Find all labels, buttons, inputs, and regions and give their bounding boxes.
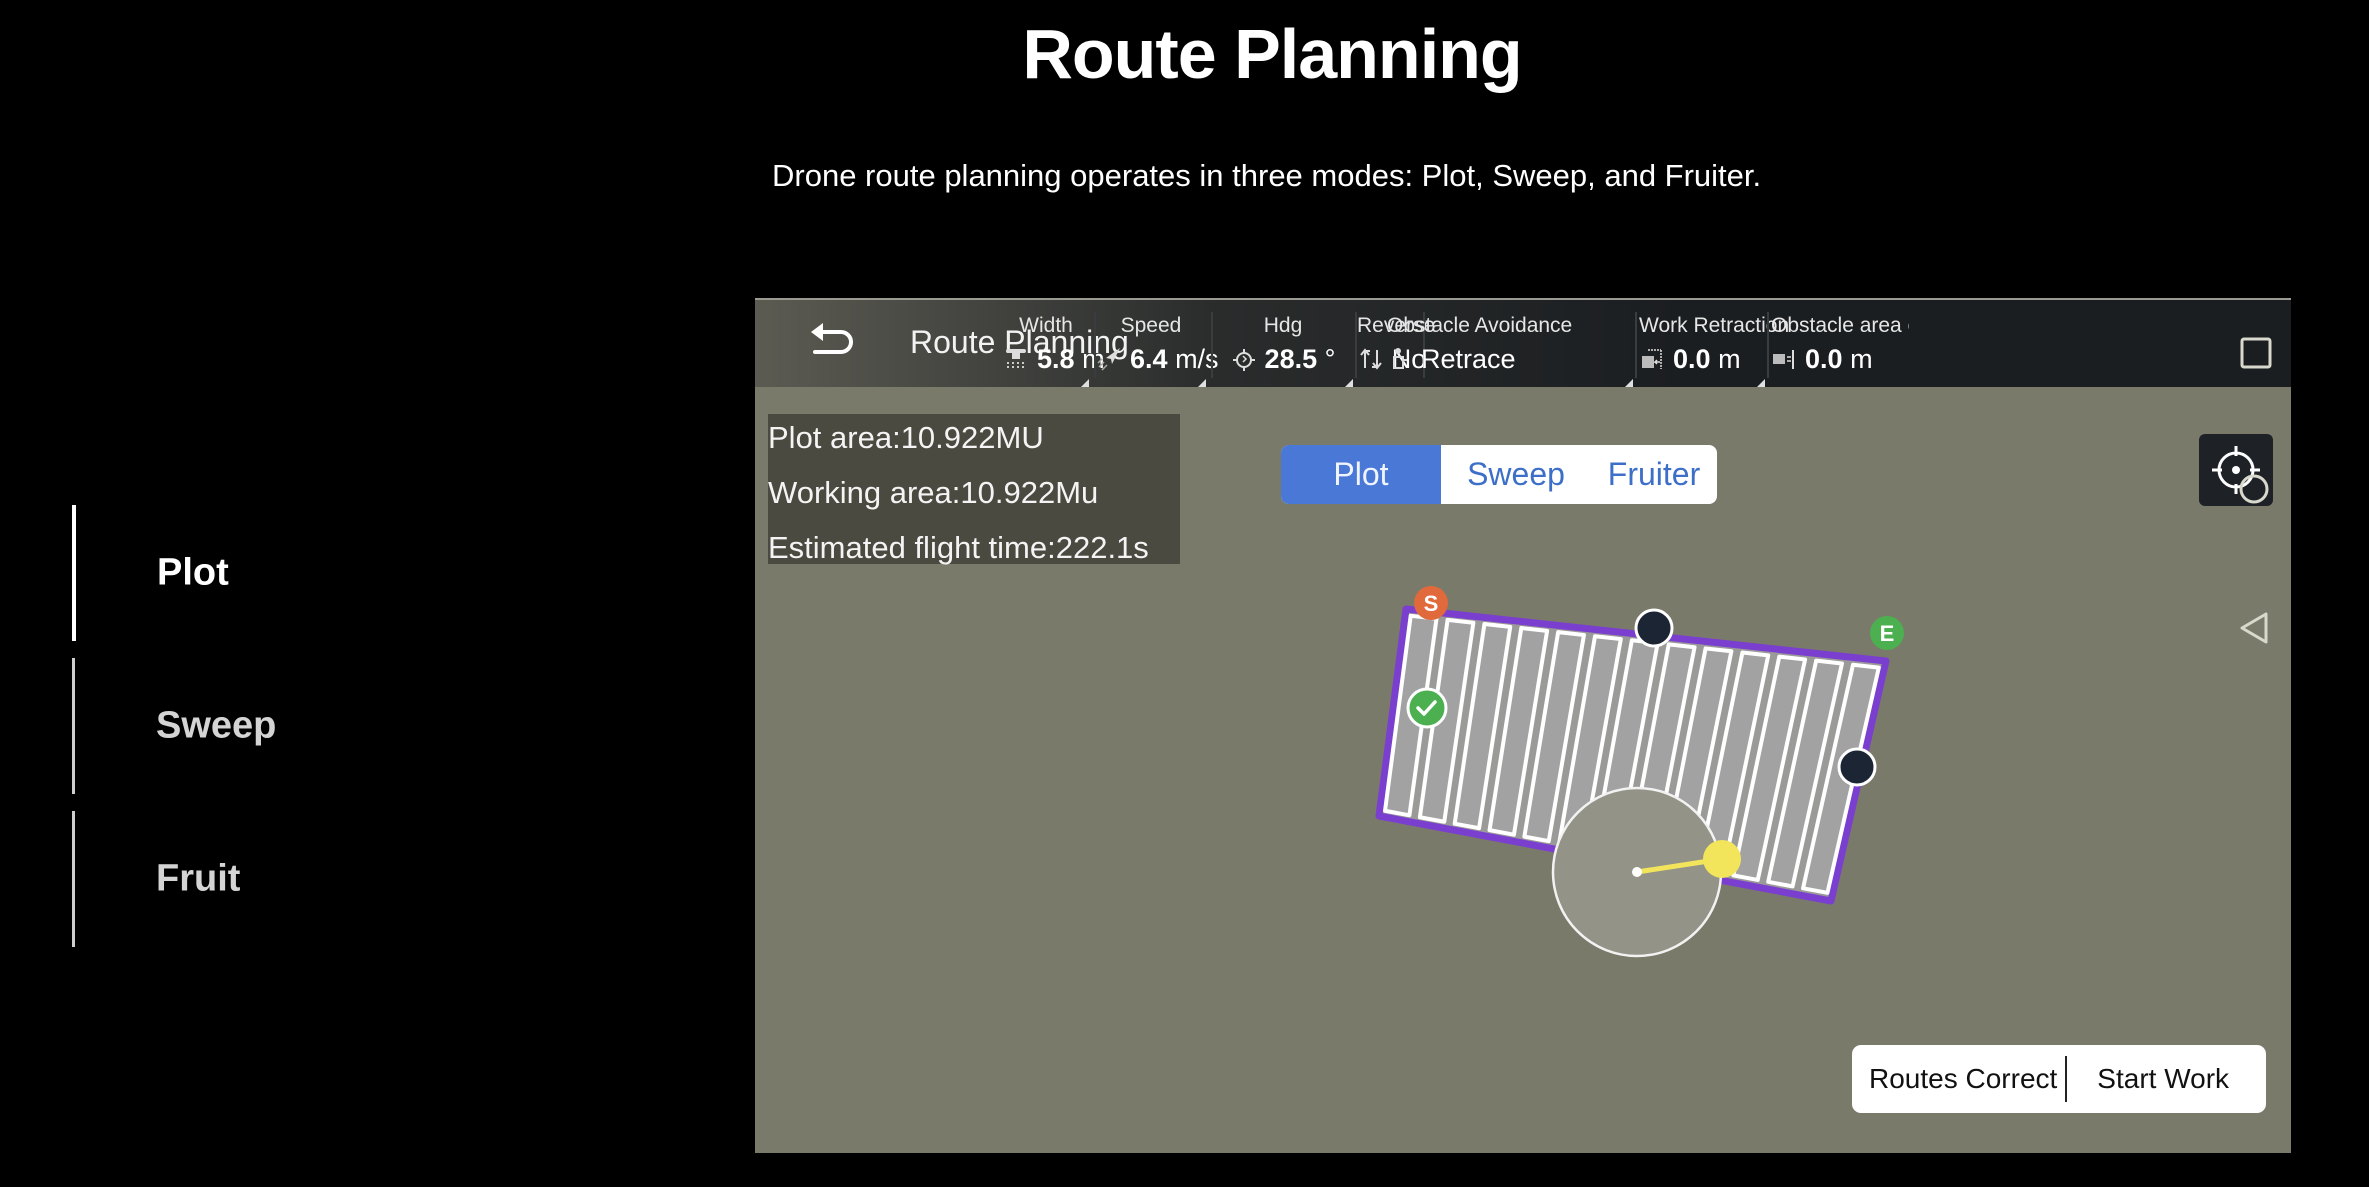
dial-center: [1632, 867, 1642, 877]
param-unit: m: [1850, 344, 1873, 374]
page-title: Route Planning: [1022, 15, 1522, 93]
square-icon: [2240, 337, 2272, 369]
action-divider: [2065, 1056, 2068, 1102]
nav-indicator: [72, 811, 75, 947]
flight-time-text: Estimated flight time:222.1s: [768, 530, 1149, 565]
mode-segmented-control: Plot Sweep Fruiter: [1281, 445, 1717, 504]
nav-item-fruit[interactable]: Fruit: [72, 811, 392, 947]
reverse-icon: [1359, 348, 1382, 370]
param-speed[interactable]: Speed 6.4 m/s: [1096, 300, 1219, 387]
param-label: Obstacle Avoidance: [1383, 314, 1637, 338]
nav-item-sweep[interactable]: Sweep: [72, 658, 392, 794]
app-top-bar: Route Planning Width 5.8 m Speed 6.4 m/s: [755, 298, 2291, 387]
obstacle-avoid-icon: [1393, 348, 1407, 369]
end-marker-label: E: [1880, 621, 1895, 646]
working-area-text: Working area:10.922Mu: [768, 475, 1099, 510]
param-label: Obstacle area e: [1769, 314, 1909, 338]
plane-speed-icon: [1097, 348, 1120, 371]
dropdown-corner-icon: [1757, 379, 1765, 387]
start-marker-label: S: [1424, 591, 1439, 616]
param-value: 6.4: [1130, 344, 1168, 374]
obstacle-area-icon: [1773, 350, 1794, 369]
triangle-back-icon: [2240, 612, 2268, 644]
param-value: Retrace: [1421, 344, 1516, 374]
plot-area-text: Plot area:10.922MU: [768, 420, 1044, 455]
plot-info-panel: Plot area:10.922MU Working area:10.922Mu…: [768, 414, 1180, 565]
drone-spray-icon: [1006, 349, 1026, 368]
system-recents-button[interactable]: [2239, 336, 2273, 370]
dropdown-corner-icon: [1625, 379, 1633, 387]
vertex-handle[interactable]: [1837, 747, 1877, 787]
confirm-point-marker[interactable]: [1406, 687, 1448, 729]
param-value: 5.8: [1037, 344, 1075, 374]
dropdown-corner-icon: [1081, 379, 1089, 387]
param-label: Width: [1019, 314, 1073, 337]
param-label: Speed: [1120, 314, 1182, 337]
end-marker[interactable]: E: [1870, 616, 1904, 650]
param-label-text: Obstacle area e: [1771, 314, 1909, 337]
nav-indicator: [72, 505, 76, 641]
system-home-button[interactable]: [2237, 472, 2271, 506]
start-work-button[interactable]: Start Work: [2097, 1063, 2229, 1095]
start-marker[interactable]: S: [1414, 586, 1448, 620]
param-width[interactable]: Width 5.8 m: [1003, 300, 1105, 387]
vertex-handle[interactable]: [1634, 608, 1674, 648]
param-heading[interactable]: Hdg 28.5 °: [1213, 300, 1353, 387]
route-action-bar: Routes Correct Start Work: [1852, 1045, 2266, 1113]
nav-item-label: Sweep: [156, 704, 277, 747]
mode-tab-sweep[interactable]: Sweep: [1441, 445, 1591, 504]
param-value: 0.0: [1805, 344, 1843, 374]
nav-item-label: Plot: [157, 551, 229, 594]
param-obstacle-area[interactable]: Obstacle area e 0.0 m: [1769, 300, 1909, 387]
dropdown-corner-icon: [1345, 379, 1353, 387]
dropdown-corner-icon: [1198, 379, 1206, 387]
back-button[interactable]: [807, 320, 857, 364]
param-unit: °: [1324, 344, 1336, 374]
mode-tab-plot[interactable]: Plot: [1281, 445, 1441, 504]
system-back-button[interactable]: [2237, 610, 2271, 646]
heading-icon: [1232, 349, 1255, 371]
page-subtitle: Drone route planning operates in three m…: [772, 158, 1762, 193]
app-screenshot: S E Route Planning Width 5.8 Speed 6.4 m…: [755, 298, 2291, 1153]
param-work-retraction-corner: [1637, 300, 1765, 387]
param-label-text: Obstacle Avoidance: [1387, 314, 1573, 337]
mode-tab-fruiter[interactable]: Fruiter: [1591, 445, 1717, 504]
param-value: 28.5: [1264, 344, 1318, 374]
nav-indicator: [72, 658, 75, 794]
nav-item-plot[interactable]: Plot: [72, 505, 392, 641]
back-arrow-icon: [811, 323, 853, 354]
heading-knob[interactable]: [1703, 840, 1741, 878]
circle-icon: [2239, 474, 2269, 504]
routes-correct-button[interactable]: Routes Correct: [1869, 1063, 2057, 1095]
nav-item-label: Fruit: [156, 857, 241, 900]
param-obstacle-avoidance[interactable]: Obstacle Avoidance Retrace: [1383, 300, 1633, 387]
param-label: Hdg: [1263, 314, 1303, 337]
